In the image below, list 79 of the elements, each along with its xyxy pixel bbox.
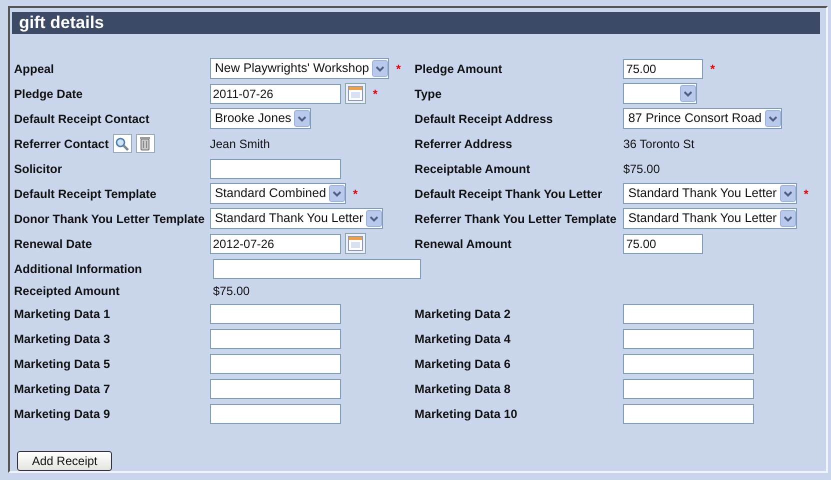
calendar-button[interactable]: [344, 83, 366, 104]
search-button[interactable]: [112, 134, 132, 153]
field-label: Marketing Data 10: [414, 406, 518, 422]
dropdown[interactable]: Standard Thank You Letter: [623, 208, 797, 229]
text-field[interactable]: [623, 304, 754, 324]
text-field[interactable]: [210, 378, 341, 398]
calendar-icon: [348, 236, 363, 251]
field-label: Appeal: [14, 60, 54, 78]
chevron-down-icon: [764, 110, 781, 127]
field-label: Pledge Amount: [414, 60, 502, 78]
chevron-down-icon: [372, 60, 388, 77]
text-field[interactable]: 75.00: [623, 58, 704, 78]
field-label: Referrer Thank You Letter Template: [414, 210, 617, 228]
required-mark: *: [804, 186, 808, 202]
field-label: Referrer Address: [414, 136, 512, 152]
required-mark: *: [353, 186, 358, 202]
dropdown[interactable]: New Playwrights' Workshop: [210, 58, 390, 79]
field-value: 36 Toronto St: [623, 136, 694, 152]
clear-button[interactable]: [136, 134, 155, 153]
field-label: Default Receipt Contact: [14, 110, 150, 128]
text-field[interactable]: [210, 404, 341, 424]
chevron-down-icon: [294, 110, 310, 127]
field-label: Marketing Data 8: [414, 380, 511, 398]
field-label: Renewal Amount: [414, 236, 512, 252]
chevron-down-icon: [780, 210, 796, 227]
text-field[interactable]: 2011-07-26: [210, 84, 341, 104]
field-label: Default Receipt Address: [414, 110, 553, 128]
calendar-icon: [348, 86, 363, 101]
field-label: Referrer Contact: [14, 136, 109, 152]
field-label: Default Receipt Template: [14, 186, 156, 202]
text-field[interactable]: 75.00: [623, 234, 704, 254]
field-label: Donor Thank You Letter Template: [14, 210, 205, 228]
field-label: Solicitor: [14, 160, 62, 178]
field-value: $75.00: [623, 160, 660, 178]
dropdown[interactable]: Brooke Jones: [210, 108, 312, 129]
field-label: Receiptable Amount: [414, 160, 530, 178]
field-label: Renewal Date: [14, 236, 92, 252]
trash-icon: [139, 136, 152, 151]
text-field[interactable]: [623, 354, 754, 374]
field-label: Marketing Data 9: [14, 406, 110, 422]
text-field[interactable]: [623, 378, 754, 398]
dropdown[interactable]: Standard Thank You Letter: [623, 183, 797, 204]
required-mark: *: [372, 86, 378, 102]
field-label: Marketing Data 4: [414, 330, 511, 348]
add-receipt-button[interactable]: Add Receipt: [17, 451, 112, 471]
text-field[interactable]: [623, 328, 754, 348]
field-label: Marketing Data 5: [14, 356, 110, 372]
text-field[interactable]: 2012-07-26: [210, 234, 341, 254]
field-label: Type: [414, 86, 442, 102]
text-field[interactable]: [210, 304, 341, 324]
field-label: Pledge Date: [14, 86, 83, 102]
calendar-button[interactable]: [344, 233, 366, 254]
field-label: Marketing Data 2: [414, 306, 511, 322]
search-icon: [115, 136, 130, 150]
text-field[interactable]: [210, 354, 341, 374]
field-label: Marketing Data 3: [14, 330, 110, 348]
dropdown[interactable]: [623, 83, 698, 104]
field-label: Marketing Data 7: [14, 380, 110, 398]
field-label: Marketing Data 6: [414, 356, 511, 372]
required-mark: *: [396, 60, 401, 78]
field-value: Jean Smith: [210, 136, 270, 152]
text-field[interactable]: [210, 158, 341, 178]
field-label: Marketing Data 1: [14, 306, 110, 322]
dropdown[interactable]: Standard Thank You Letter: [210, 208, 384, 229]
text-field[interactable]: [213, 258, 421, 278]
panel-title: gift details: [12, 12, 820, 34]
chevron-down-icon: [780, 185, 796, 202]
required-mark: *: [710, 60, 715, 78]
dropdown[interactable]: 87 Prince Consort Road: [623, 108, 782, 129]
field-label: Receipted Amount: [14, 283, 120, 300]
chevron-down-icon: [680, 85, 696, 102]
chevron-down-icon: [366, 210, 382, 227]
field-value: $75.00: [213, 283, 250, 300]
field-label: Default Receipt Thank You Letter: [414, 186, 602, 202]
text-field[interactable]: [623, 404, 754, 424]
chevron-down-icon: [329, 185, 346, 202]
text-field[interactable]: [210, 328, 341, 348]
field-label: Additional Information: [14, 260, 142, 278]
dropdown[interactable]: Standard Combined: [210, 183, 346, 204]
